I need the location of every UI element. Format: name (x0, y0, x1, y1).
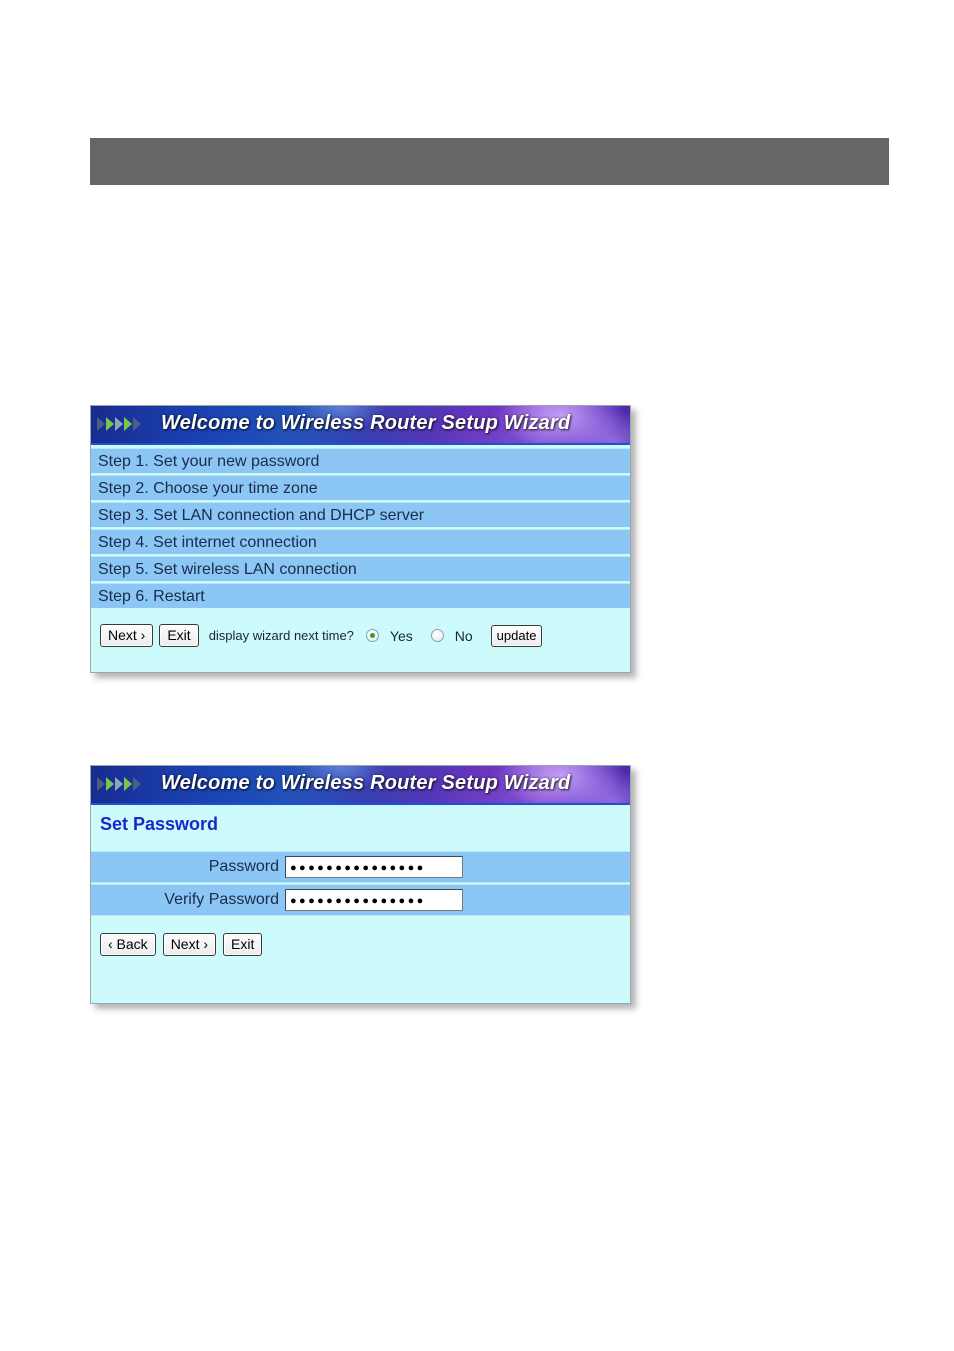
spacer (91, 844, 630, 851)
setup-wizard-password-panel: Welcome to Wireless Router Setup Wizard … (90, 765, 631, 1004)
welcome-action-bar: Next › Exit display wizard next time? Ye… (91, 610, 630, 672)
wizard-banner: Welcome to Wireless Router Setup Wizard (91, 406, 630, 445)
verify-password-label: Verify Password (164, 891, 279, 908)
radio-display-wizard-yes[interactable] (365, 629, 379, 642)
wizard-step-item[interactable]: Step 6. Restart (91, 583, 630, 608)
update-button[interactable]: update (490, 624, 543, 647)
wizard-step-item[interactable]: Step 4. Set internet connection (91, 529, 630, 554)
wizard-step-item[interactable]: Step 2. Choose your time zone (91, 475, 630, 500)
next-button[interactable]: Next › (162, 933, 217, 956)
double-chevron-right-icon (97, 777, 141, 791)
set-password-heading: Set Password (91, 805, 630, 844)
radio-display-wizard-no[interactable] (430, 629, 444, 642)
wizard-step-item[interactable]: Step 5. Set wireless LAN connection (91, 556, 630, 581)
password-action-bar: ‹ Back Next › Exit (91, 917, 630, 1003)
display-wizard-prompt-label: display wizard next time? (208, 628, 354, 643)
wizard-step-item[interactable]: Step 1. Set your new password (91, 448, 630, 473)
exit-button[interactable]: Exit (159, 624, 199, 647)
wizard-step-list: Step 1. Set your new password Step 2. Ch… (91, 445, 630, 608)
back-button[interactable]: ‹ Back (100, 933, 156, 956)
wizard-banner: Welcome to Wireless Router Setup Wizard (91, 766, 630, 805)
next-button[interactable]: Next › (100, 624, 154, 647)
wizard-title: Welcome to Wireless Router Setup Wizard (161, 772, 571, 794)
radio-label-no: No (454, 627, 473, 644)
wizard-step-item[interactable]: Step 3. Set LAN connection and DHCP serv… (91, 502, 630, 527)
password-field-row: Password ●●●●●●●●●●●●●●● (91, 851, 630, 883)
page-header-band (90, 138, 889, 185)
setup-wizard-welcome-panel: Welcome to Wireless Router Setup Wizard … (90, 405, 631, 673)
verify-password-field-row: Verify Password ●●●●●●●●●●●●●●● (91, 884, 630, 916)
verify-password-input[interactable]: ●●●●●●●●●●●●●●● (285, 889, 463, 911)
password-input[interactable]: ●●●●●●●●●●●●●●● (285, 856, 463, 878)
double-chevron-right-icon (97, 417, 141, 431)
radio-label-yes: Yes (389, 627, 413, 644)
password-label: Password (208, 858, 279, 875)
exit-button[interactable]: Exit (223, 933, 263, 956)
wizard-title: Welcome to Wireless Router Setup Wizard (161, 412, 571, 434)
